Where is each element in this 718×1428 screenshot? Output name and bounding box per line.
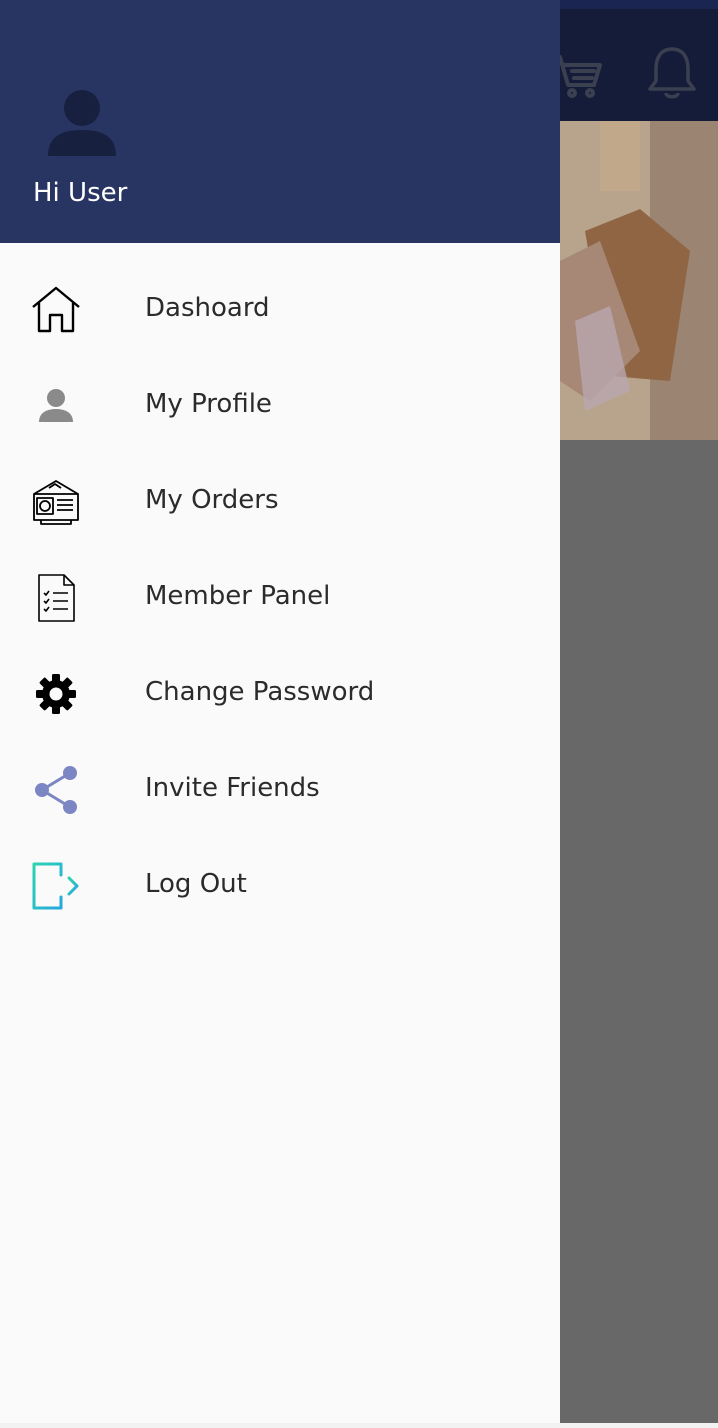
navigation-drawer: Hi User Dashoard My Profile My Orders Me… [0,0,560,1423]
menu-item-my-orders[interactable]: My Orders [0,452,560,548]
drawer-header: Hi User [0,0,560,243]
greeting-text: Hi User [33,178,128,208]
menu-label-log-out: Log Out [145,869,247,899]
drawer-menu: Dashoard My Profile My Orders Member Pan… [0,260,560,932]
menu-label-change-password: Change Password [145,677,375,707]
gear-icon [30,668,82,720]
user-avatar-icon [48,90,116,156]
menu-item-member-panel[interactable]: Member Panel [0,548,560,644]
home-icon [30,284,82,336]
menu-label-member-panel: Member Panel [145,581,331,611]
menu-item-log-out[interactable]: Log Out [0,836,560,932]
logout-icon [30,860,82,912]
orders-icon [30,476,82,528]
menu-item-invite-friends[interactable]: Invite Friends [0,740,560,836]
menu-label-my-orders: My Orders [145,485,279,515]
menu-label-invite-friends: Invite Friends [145,773,320,803]
app-screen: Hi User Dashoard My Profile My Orders Me… [0,0,718,1428]
bell-icon[interactable] [646,45,698,101]
menu-item-dashboard[interactable]: Dashoard [0,260,560,356]
menu-item-change-password[interactable]: Change Password [0,644,560,740]
navigation-bar [0,1423,718,1428]
share-icon [30,764,82,816]
menu-label-my-profile: My Profile [145,389,272,419]
menu-label-dashboard: Dashoard [145,293,270,323]
person-icon [30,380,82,432]
checklist-document-icon [30,572,82,624]
menu-item-my-profile[interactable]: My Profile [0,356,560,452]
